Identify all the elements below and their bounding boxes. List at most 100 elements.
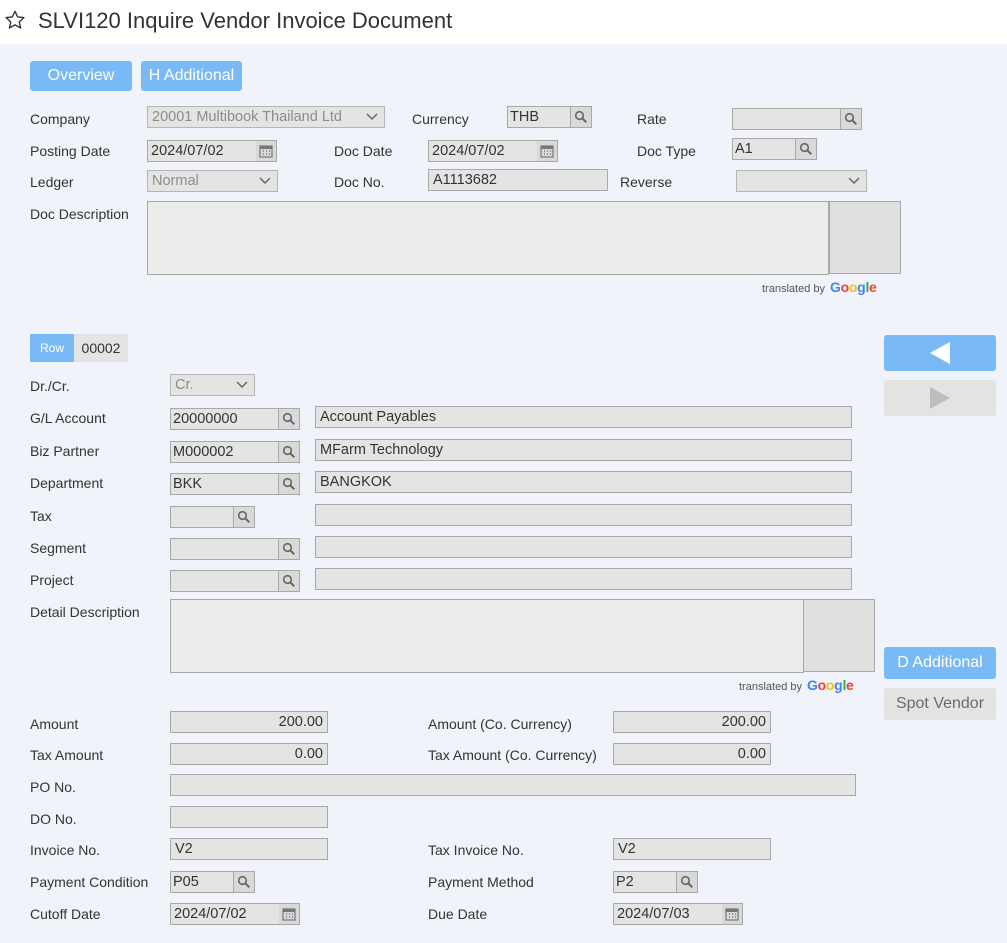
posting-date-label: Posting Date: [30, 143, 111, 159]
amount-label: Amount: [30, 716, 79, 732]
payment-method-lookup[interactable]: P2: [613, 871, 698, 893]
amount-field[interactable]: 200.00: [170, 711, 328, 733]
h-additional-button[interactable]: H Additional: [141, 61, 242, 91]
doc-description-textarea[interactable]: [147, 201, 829, 275]
doc-no-field[interactable]: A1113682: [428, 169, 608, 191]
tax-invoice-no-field[interactable]: V2: [613, 838, 771, 860]
due-date-label: Due Date: [428, 906, 488, 922]
project-lookup[interactable]: [170, 570, 300, 592]
gl-account-label: G/L Account: [30, 410, 106, 426]
amount-co-field[interactable]: 200.00: [613, 711, 771, 733]
calendar-icon[interactable]: [279, 904, 299, 924]
search-icon[interactable]: [278, 442, 299, 462]
chevron-down-icon: [236, 381, 248, 389]
posting-date-field[interactable]: 2024/07/02: [147, 140, 277, 162]
next-row-button[interactable]: [884, 380, 996, 416]
payment-condition-lookup[interactable]: P05: [170, 871, 255, 893]
search-icon[interactable]: [278, 539, 299, 559]
department-code: BKK: [173, 476, 203, 492]
segment-name[interactable]: [315, 536, 852, 558]
doc-type-value: A1: [735, 141, 753, 157]
tax-lookup[interactable]: [170, 506, 255, 528]
currency-lookup[interactable]: THB: [507, 106, 592, 128]
search-icon[interactable]: [278, 409, 299, 429]
tax-amount-field[interactable]: 0.00: [170, 743, 328, 765]
cutoff-date-value: 2024/07/02: [174, 906, 247, 922]
search-icon[interactable]: [233, 872, 254, 892]
search-icon[interactable]: [278, 571, 299, 591]
ledger-select[interactable]: Normal: [147, 170, 278, 192]
row-tag: Row: [30, 334, 74, 362]
doc-description-label: Doc Description: [30, 206, 129, 222]
google-translate-attribution: translated by Google: [739, 677, 854, 693]
chevron-down-icon: [848, 177, 860, 185]
biz-partner-name[interactable]: MFarm Technology: [315, 439, 852, 461]
tax-name[interactable]: [315, 504, 852, 526]
doc-translate-box[interactable]: [829, 201, 901, 274]
biz-partner-code: M000002: [173, 444, 234, 460]
drcr-label: Dr./Cr.: [30, 378, 70, 394]
segment-label: Segment: [30, 540, 87, 556]
calendar-icon[interactable]: [537, 141, 557, 161]
search-icon[interactable]: [676, 872, 697, 892]
calendar-icon[interactable]: [722, 904, 742, 924]
row-number: 00002: [74, 334, 128, 362]
tax-amount-co-label: Tax Amount (Co. Currency): [428, 747, 597, 763]
translated-by-text: translated by: [739, 681, 802, 693]
search-icon[interactable]: [233, 507, 254, 527]
search-icon[interactable]: [840, 109, 861, 129]
detail-description-textarea[interactable]: [170, 599, 804, 673]
google-logo: Google: [807, 677, 854, 693]
invoice-no-label: Invoice No.: [30, 842, 101, 858]
cutoff-date-field[interactable]: 2024/07/02: [170, 903, 300, 925]
tax-invoice-no-label: Tax Invoice No.: [428, 842, 524, 858]
po-no-label: PO No.: [30, 779, 76, 795]
tax-amount-label: Tax Amount: [30, 747, 104, 763]
department-name[interactable]: BANGKOK: [315, 471, 852, 493]
ledger-label: Ledger: [30, 174, 74, 190]
doc-type-label: Doc Type: [637, 143, 696, 159]
search-icon[interactable]: [570, 107, 591, 127]
po-no-field[interactable]: [170, 774, 856, 796]
company-select[interactable]: 20001 Multibook Thailand Ltd: [147, 106, 385, 128]
drcr-value: Cr.: [175, 377, 194, 393]
doc-date-field[interactable]: 2024/07/02: [428, 140, 558, 162]
project-name[interactable]: [315, 568, 852, 590]
spot-vendor-button[interactable]: Spot Vendor: [884, 688, 996, 720]
do-no-field[interactable]: [170, 806, 328, 828]
due-date-field[interactable]: 2024/07/03: [613, 903, 743, 925]
overview-button[interactable]: Overview: [30, 61, 132, 91]
department-label: Department: [30, 475, 104, 491]
tax-label: Tax: [30, 508, 52, 524]
chevron-down-icon: [366, 113, 378, 121]
rate-label: Rate: [637, 111, 667, 127]
department-lookup[interactable]: BKK: [170, 473, 300, 495]
project-label: Project: [30, 572, 74, 588]
biz-partner-lookup[interactable]: M000002: [170, 441, 300, 463]
tax-amount-co-field[interactable]: 0.00: [613, 743, 771, 765]
search-icon[interactable]: [278, 474, 299, 494]
google-translate-attribution: translated by Google: [762, 279, 877, 295]
detail-translate-box[interactable]: [803, 599, 875, 672]
invoice-no-field[interactable]: V2: [170, 838, 328, 860]
payment-method-label: Payment Method: [428, 874, 534, 890]
calendar-icon[interactable]: [256, 141, 276, 161]
d-additional-button[interactable]: D Additional: [884, 647, 996, 679]
payment-method-value: P2: [616, 874, 634, 890]
star-icon[interactable]: [4, 9, 26, 31]
payment-condition-value: P05: [173, 874, 199, 890]
arrow-right-icon: [930, 387, 950, 409]
rate-lookup[interactable]: [732, 108, 862, 130]
segment-lookup[interactable]: [170, 538, 300, 560]
previous-row-button[interactable]: [884, 335, 996, 371]
biz-partner-label: Biz Partner: [30, 443, 100, 459]
ledger-value: Normal: [152, 173, 199, 189]
gl-account-lookup[interactable]: 20000000: [170, 408, 300, 430]
do-no-label: DO No.: [30, 811, 77, 827]
payment-condition-label: Payment Condition: [30, 874, 149, 890]
gl-account-name[interactable]: Account Payables: [315, 406, 852, 428]
search-icon[interactable]: [795, 139, 816, 159]
reverse-select[interactable]: [736, 170, 867, 192]
drcr-select[interactable]: Cr.: [170, 374, 255, 396]
doc-type-lookup[interactable]: A1: [732, 138, 817, 160]
